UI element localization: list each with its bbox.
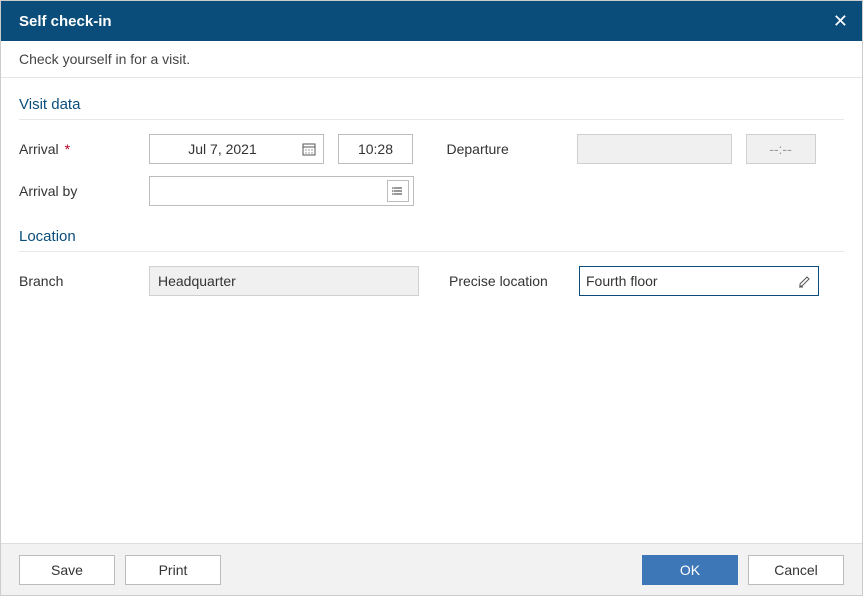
label-precise-location: Precise location bbox=[449, 273, 579, 289]
print-button[interactable]: Print bbox=[125, 555, 221, 585]
footer-right: OK Cancel bbox=[642, 555, 844, 585]
row-arrival-departure: Arrival * Jul 7, 2021 10:28 Dep bbox=[19, 134, 844, 164]
branch-input: Headquarter bbox=[149, 266, 419, 296]
field-arrival: Arrival * Jul 7, 2021 10:28 bbox=[19, 134, 417, 164]
label-arrival-by: Arrival by bbox=[19, 183, 149, 199]
cancel-button[interactable]: Cancel bbox=[748, 555, 844, 585]
section-title-visit: Visit data bbox=[19, 96, 844, 120]
arrival-date-input[interactable]: Jul 7, 2021 bbox=[149, 134, 324, 164]
field-branch: Branch Headquarter bbox=[19, 266, 419, 296]
label-arrival-text: Arrival bbox=[19, 141, 59, 157]
branch-value: Headquarter bbox=[158, 273, 236, 289]
required-marker: * bbox=[65, 141, 70, 157]
list-icon[interactable] bbox=[387, 180, 409, 202]
label-arrival: Arrival * bbox=[19, 141, 149, 157]
save-button[interactable]: Save bbox=[19, 555, 115, 585]
pencil-icon[interactable] bbox=[794, 274, 812, 288]
arrival-time-value: 10:28 bbox=[358, 141, 393, 157]
field-departure: Departure --:-- bbox=[447, 134, 845, 164]
field-precise-location: Precise location Fourth floor bbox=[449, 266, 844, 296]
dialog-footer: Save Print OK Cancel bbox=[1, 543, 862, 595]
arrival-by-select[interactable] bbox=[149, 176, 414, 206]
section-title-location: Location bbox=[19, 228, 844, 252]
arrival-time-input[interactable]: 10:28 bbox=[338, 134, 413, 164]
dialog-content: Visit data Arrival * Jul 7, 2021 10:28 bbox=[1, 78, 862, 543]
close-icon[interactable]: ✕ bbox=[833, 12, 848, 30]
departure-controls: --:-- bbox=[577, 134, 816, 164]
departure-time-value: --:-- bbox=[769, 141, 792, 157]
arrival-date-value: Jul 7, 2021 bbox=[150, 141, 295, 157]
calendar-icon[interactable] bbox=[295, 135, 323, 163]
precise-location-input[interactable]: Fourth floor bbox=[579, 266, 819, 296]
label-departure: Departure bbox=[447, 141, 577, 157]
footer-left: Save Print bbox=[19, 555, 221, 585]
departure-time-input: --:-- bbox=[746, 134, 816, 164]
precise-location-value: Fourth floor bbox=[586, 273, 794, 289]
dialog-title: Self check-in bbox=[19, 13, 112, 30]
row-location: Branch Headquarter Precise location Four… bbox=[19, 266, 844, 296]
label-branch: Branch bbox=[19, 273, 149, 289]
dialog-titlebar: Self check-in ✕ bbox=[1, 1, 862, 41]
field-arrival-by: Arrival by bbox=[19, 176, 417, 206]
section-visit-data: Visit data Arrival * Jul 7, 2021 10:28 bbox=[19, 96, 844, 206]
row-arrival-by: Arrival by bbox=[19, 176, 844, 206]
section-location: Location Branch Headquarter Precise loca… bbox=[19, 228, 844, 296]
departure-date-input bbox=[577, 134, 732, 164]
ok-button[interactable]: OK bbox=[642, 555, 738, 585]
dialog-subtitle: Check yourself in for a visit. bbox=[1, 41, 862, 78]
arrival-controls: Jul 7, 2021 10:28 bbox=[149, 134, 413, 164]
